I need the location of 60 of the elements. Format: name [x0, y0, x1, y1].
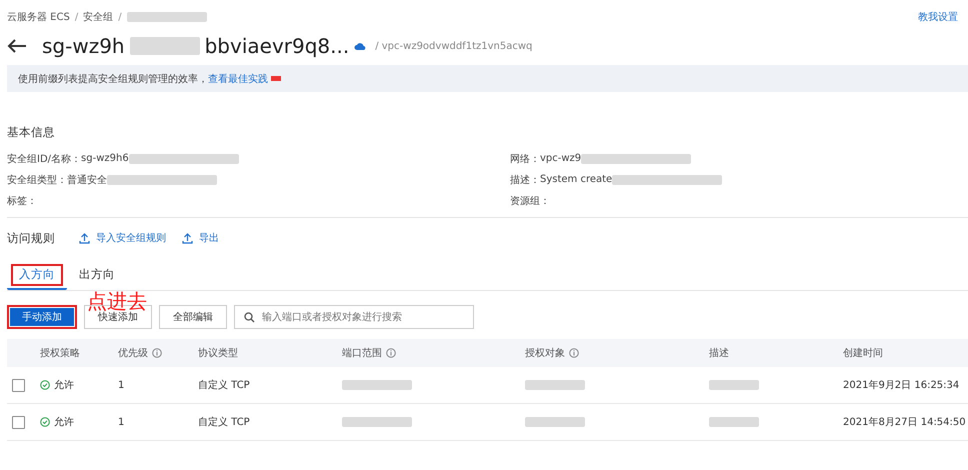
table-cell-text: 1 [118, 416, 126, 428]
table-cell-text: 2021年9月2日 16:25:34 [843, 379, 960, 392]
column-header: 端口范围 [342, 346, 382, 360]
breadcrumb-link[interactable]: 安全组 [83, 10, 114, 24]
field-label: 安全组ID/名称： [7, 152, 82, 166]
page-title: sg-wz9h [42, 34, 125, 58]
redacted-text [130, 37, 200, 55]
redacted-text [709, 380, 759, 390]
action-link[interactable]: 导出 [199, 231, 219, 245]
row-checkbox[interactable] [12, 416, 25, 428]
redacted-text [342, 417, 412, 427]
upload-icon [182, 232, 193, 244]
field-label: 描述： [510, 174, 540, 186]
breadcrumb-separator: / [118, 12, 122, 22]
section-heading: 访问规则 [7, 230, 55, 246]
primary-button[interactable]: 手动添加 [7, 305, 77, 329]
check-circle-icon [40, 380, 50, 390]
action-link[interactable]: 导入安全组规则 [96, 231, 166, 245]
column-header: 授权策略 [40, 346, 80, 360]
redacted-text [709, 417, 759, 427]
column-header: 协议类型 [198, 346, 238, 360]
redacted-text [525, 380, 585, 390]
field-label: 标签： [7, 194, 37, 208]
cloud-icon [354, 41, 366, 51]
breadcrumb-link[interactable]: 云服务器 ECS [7, 10, 70, 24]
tab[interactable]: 出方向 [67, 260, 127, 290]
field-value: System create [540, 174, 612, 185]
toolbar-button[interactable]: 全部编辑 [159, 305, 227, 329]
table-cell-text: 2021年8月27日 14:54:50 [843, 416, 967, 429]
back-arrow-icon[interactable] [7, 38, 27, 54]
field-value: sg-wz9h6 [81, 153, 129, 164]
breadcrumb-separator: / [74, 12, 78, 22]
vpc-id: / vpc-wz9odvwddf1tz1vn5acwq [375, 40, 532, 52]
table-cell-text: 允许 [54, 416, 74, 429]
table-cell-text: 1 [118, 380, 126, 390]
check-circle-icon [40, 417, 50, 427]
banner-text: 使用前缀列表提高安全组规则管理的效率， [18, 72, 208, 86]
search-icon [244, 312, 255, 323]
field-value: vpc-wz9 [540, 153, 582, 164]
redacted-text [525, 417, 585, 427]
row-checkbox[interactable] [12, 378, 25, 392]
tab[interactable]: 入方向 [7, 260, 67, 290]
field-label: 网络： [510, 152, 540, 166]
field-label: 安全组类型： [7, 174, 67, 186]
table-cell-text: 自定义 TCP [198, 378, 251, 392]
table-cell-text: 允许 [54, 378, 74, 392]
column-header: 授权对象 [525, 346, 565, 360]
redacted-text [342, 380, 412, 390]
field-label: 资源组： [510, 194, 550, 208]
help-link[interactable]: 教我设置 [918, 10, 958, 24]
table-cell-text: 自定义 TCP [198, 416, 251, 429]
best-practice-link[interactable]: 查看最佳实践 [208, 72, 268, 86]
column-header: 优先级 [118, 346, 148, 360]
search-field[interactable]: 输入端口或者授权对象进行搜索 [234, 305, 474, 329]
section-heading: 基本信息 [7, 125, 56, 140]
page-title: bbviaevr9q8... [204, 34, 350, 58]
field-value: 普通安全 [67, 174, 107, 186]
column-header: 描述 [709, 346, 729, 360]
upload-icon [79, 232, 90, 244]
column-header: 创建时间 [843, 346, 883, 360]
